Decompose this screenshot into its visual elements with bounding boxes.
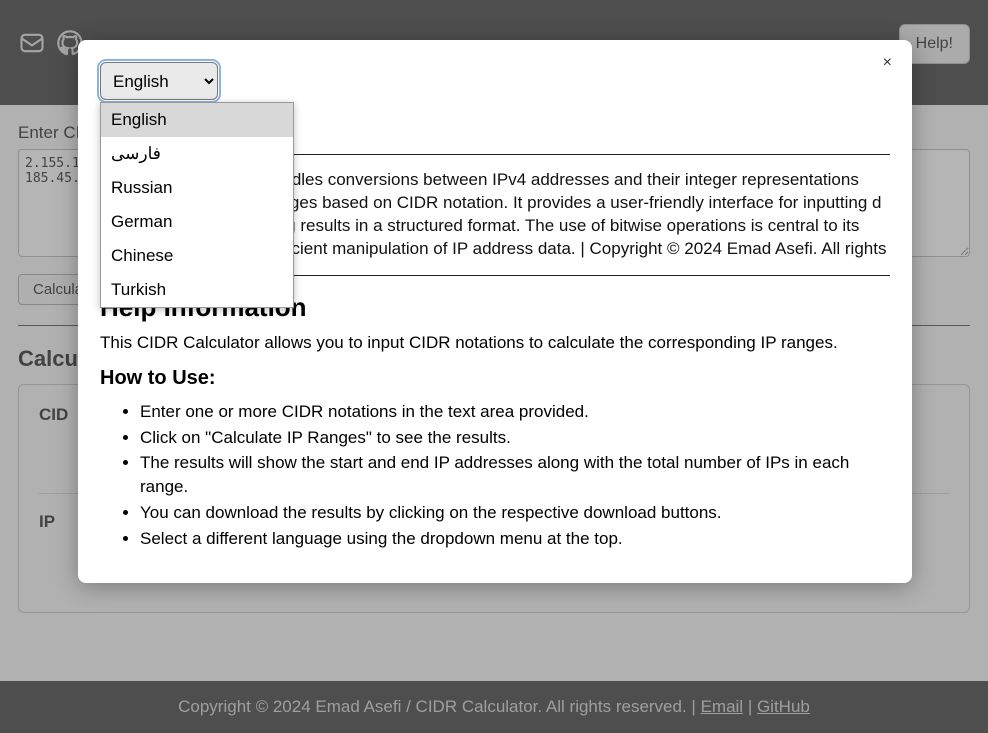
lang-option-english[interactable]: English [101,103,293,137]
howto-heading: How to Use: [100,367,890,390]
help-intro-text: This CIDR Calculator allows you to input… [100,333,890,353]
lang-option-turkish[interactable]: Turkish [101,273,293,307]
help-modal: × English English فارسی Russian German C… [78,40,912,583]
language-dropdown: English فارسی Russian German Chinese Tur… [100,102,294,308]
howto-list: Enter one or more CIDR notations in the … [140,400,890,551]
lang-option-russian[interactable]: Russian [101,171,293,205]
language-select[interactable]: English [100,62,218,100]
howto-item: The results will show the start and end … [140,451,890,499]
lang-option-german[interactable]: German [101,205,293,239]
howto-item: Click on "Calculate IP Ranges" to see th… [140,426,890,450]
close-icon[interactable]: × [883,54,892,72]
howto-item: You can download the results by clicking… [140,501,890,525]
howto-item: Select a different language using the dr… [140,527,890,551]
howto-item: Enter one or more CIDR notations in the … [140,400,890,424]
lang-option-farsi[interactable]: فارسی [101,137,293,171]
lang-option-chinese[interactable]: Chinese [101,239,293,273]
